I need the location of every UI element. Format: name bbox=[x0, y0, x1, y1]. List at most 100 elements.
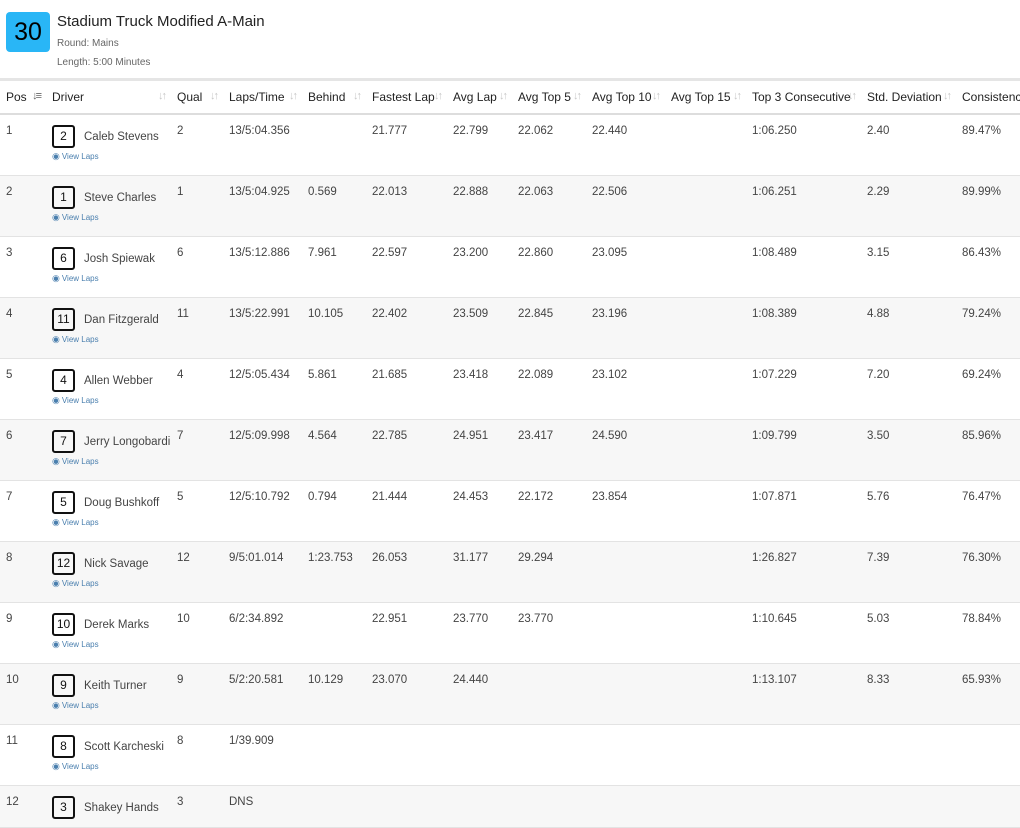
cell-avg-lap bbox=[447, 724, 512, 786]
view-laps-label: View Laps bbox=[61, 396, 99, 405]
col-header-avg-lap[interactable]: Avg Lap ↓↑ bbox=[447, 81, 512, 115]
cell-avg-lap: 24.440 bbox=[447, 663, 512, 725]
cell-avg-top-10: 23.196 bbox=[586, 297, 665, 359]
col-header-behind[interactable]: Behind ↓↑ bbox=[302, 81, 366, 115]
cell-laps-time: 13/5:04.356 bbox=[223, 114, 302, 176]
cell-avg-lap: 24.951 bbox=[447, 419, 512, 481]
view-laps-link[interactable]: ◉ View Laps bbox=[52, 578, 171, 589]
sort-icon[interactable]: ↓↑ bbox=[499, 90, 508, 102]
driver-info: 2 Caleb Stevens bbox=[52, 125, 171, 148]
view-laps-link[interactable]: ◉ View Laps bbox=[52, 761, 171, 772]
sort-icon[interactable]: ↓↑ bbox=[210, 90, 219, 102]
view-laps-link[interactable]: ◉ View Laps bbox=[52, 456, 171, 467]
race-number-badge: 30 bbox=[6, 12, 50, 52]
col-header-consistency[interactable]: Consistency bbox=[956, 81, 1020, 115]
col-header-avg-top-10[interactable]: Avg Top 10 ↓↑ bbox=[586, 81, 665, 115]
col-header-driver[interactable]: Driver ↓↑ bbox=[46, 81, 171, 115]
view-laps-link[interactable]: ◉ View Laps bbox=[52, 334, 171, 345]
car-number-badge: 9 bbox=[52, 674, 75, 697]
cell-laps-time: 5/2:20.581 bbox=[223, 663, 302, 725]
cell-fastest-lap: 21.685 bbox=[366, 358, 447, 420]
cell-avg-top-10 bbox=[586, 724, 665, 786]
sort-icon[interactable]: ↓↑ bbox=[733, 90, 742, 102]
eye-icon: ◉ bbox=[52, 212, 60, 222]
col-header-laps-time[interactable]: Laps/Time ↓↑ bbox=[223, 81, 302, 115]
driver-info: 9 Keith Turner bbox=[52, 674, 171, 697]
table-row: 1 2 Caleb Stevens ◉ View Laps 2 13/5:04.356 21.… bbox=[0, 114, 1020, 176]
cell-std-deviation bbox=[861, 785, 956, 828]
view-laps-link[interactable]: ◉ View Laps bbox=[52, 517, 171, 528]
table-row: 6 7 Jerry Longobardi ◉ View Laps 7 12/5:09.998… bbox=[0, 419, 1020, 481]
cell-position: 8 bbox=[0, 541, 46, 603]
view-laps-label: View Laps bbox=[61, 640, 99, 649]
cell-consistency: 89.47% bbox=[956, 114, 1020, 176]
view-laps-link[interactable]: ◉ View Laps bbox=[52, 151, 171, 162]
cell-driver: 4 Allen Webber ◉ View Laps bbox=[46, 358, 171, 420]
cell-consistency: 76.30% bbox=[956, 541, 1020, 603]
sort-icon[interactable]: ↓↑ bbox=[434, 90, 443, 102]
cell-driver: 5 Doug Bushkoff ◉ View Laps bbox=[46, 480, 171, 542]
view-laps-label: View Laps bbox=[61, 579, 99, 588]
col-header-fastest-lap[interactable]: Fastest Lap ↓↑ bbox=[366, 81, 447, 115]
cell-top-3-consecutive: 1:08.389 bbox=[746, 297, 861, 359]
table-row: 8 12 Nick Savage ◉ View Laps 12 9/5:01.014 1:23… bbox=[0, 541, 1020, 603]
eye-icon: ◉ bbox=[52, 151, 60, 161]
cell-top-3-consecutive: 1:06.251 bbox=[746, 175, 861, 237]
driver-info: 4 Allen Webber bbox=[52, 369, 171, 392]
cell-avg-top-5: 22.062 bbox=[512, 114, 586, 176]
eye-icon: ◉ bbox=[52, 334, 60, 344]
col-header-pos[interactable]: Pos ↓≡ bbox=[0, 81, 46, 115]
view-laps-link[interactable]: ◉ View Laps bbox=[52, 395, 171, 406]
cell-fastest-lap: 21.444 bbox=[366, 480, 447, 542]
eye-icon: ◉ bbox=[52, 578, 60, 588]
cell-avg-top-10: 22.440 bbox=[586, 114, 665, 176]
cell-fastest-lap bbox=[366, 785, 447, 828]
sort-icon[interactable]: ↓≡ bbox=[32, 90, 42, 102]
col-header-top-3-consecutive[interactable]: Top 3 Consecutive ↓↑ bbox=[746, 81, 861, 115]
cell-avg-top-10: 23.095 bbox=[586, 236, 665, 298]
cell-std-deviation bbox=[861, 724, 956, 786]
view-laps-link[interactable]: ◉ View Laps bbox=[52, 212, 171, 223]
eye-icon: ◉ bbox=[52, 273, 60, 283]
sort-icon[interactable]: ↓↑ bbox=[652, 90, 661, 102]
sort-icon[interactable]: ↓↑ bbox=[943, 90, 952, 102]
driver-name: Nick Savage bbox=[84, 557, 149, 570]
driver-info: 11 Dan Fitzgerald bbox=[52, 308, 171, 331]
cell-avg-lap: 31.177 bbox=[447, 541, 512, 603]
sort-icon[interactable]: ↓↑ bbox=[289, 90, 298, 102]
cell-avg-lap: 22.888 bbox=[447, 175, 512, 237]
cell-behind: 5.861 bbox=[302, 358, 366, 420]
cell-fastest-lap: 23.070 bbox=[366, 663, 447, 725]
sort-icon[interactable]: ↓↑ bbox=[158, 90, 167, 102]
sort-icon[interactable]: ↓↑ bbox=[353, 90, 362, 102]
cell-std-deviation: 5.03 bbox=[861, 602, 956, 664]
view-laps-link[interactable]: ◉ View Laps bbox=[52, 273, 171, 284]
cell-top-3-consecutive: 1:07.871 bbox=[746, 480, 861, 542]
col-header-std-deviation[interactable]: Std. Deviation ↓↑ bbox=[861, 81, 956, 115]
col-header-qual[interactable]: Qual ↓↑ bbox=[171, 81, 223, 115]
cell-avg-top-5: 22.089 bbox=[512, 358, 586, 420]
cell-laps-time: 12/5:05.434 bbox=[223, 358, 302, 420]
cell-avg-top-10: 23.102 bbox=[586, 358, 665, 420]
cell-avg-top-5 bbox=[512, 663, 586, 725]
col-header-avg-top-5[interactable]: Avg Top 5 ↓↑ bbox=[512, 81, 586, 115]
cell-consistency: 85.96% bbox=[956, 419, 1020, 481]
cell-avg-top-15 bbox=[665, 358, 746, 420]
table-row: 2 1 Steve Charles ◉ View Laps 1 13/5:04.925 0.5… bbox=[0, 175, 1020, 237]
col-header-avg-top-15[interactable]: Avg Top 15 ↓↑ bbox=[665, 81, 746, 115]
table-row: 7 5 Doug Bushkoff ◉ View Laps 5 12/5:10.792 0.7… bbox=[0, 480, 1020, 542]
view-laps-link[interactable]: ◉ View Laps bbox=[52, 639, 171, 650]
cell-behind: 1:23.753 bbox=[302, 541, 366, 603]
cell-fastest-lap: 22.785 bbox=[366, 419, 447, 481]
view-laps-link[interactable]: ◉ View Laps bbox=[52, 700, 171, 711]
eye-icon: ◉ bbox=[52, 761, 60, 771]
car-number-badge: 5 bbox=[52, 491, 75, 514]
cell-consistency: 86.43% bbox=[956, 236, 1020, 298]
driver-name: Scott Karcheski bbox=[84, 740, 164, 753]
table-header-row: Pos ↓≡ Driver ↓↑ Qual ↓↑ Laps/Time ↓↑ Behind… bbox=[0, 81, 1020, 115]
cell-qual: 3 bbox=[171, 785, 223, 828]
table-row: 10 9 Keith Turner ◉ View Laps 9 5/2:20.581 10.1… bbox=[0, 663, 1020, 725]
sort-icon[interactable]: ↓↑ bbox=[848, 90, 857, 102]
cell-std-deviation: 5.76 bbox=[861, 480, 956, 542]
sort-icon[interactable]: ↓↑ bbox=[573, 90, 582, 102]
